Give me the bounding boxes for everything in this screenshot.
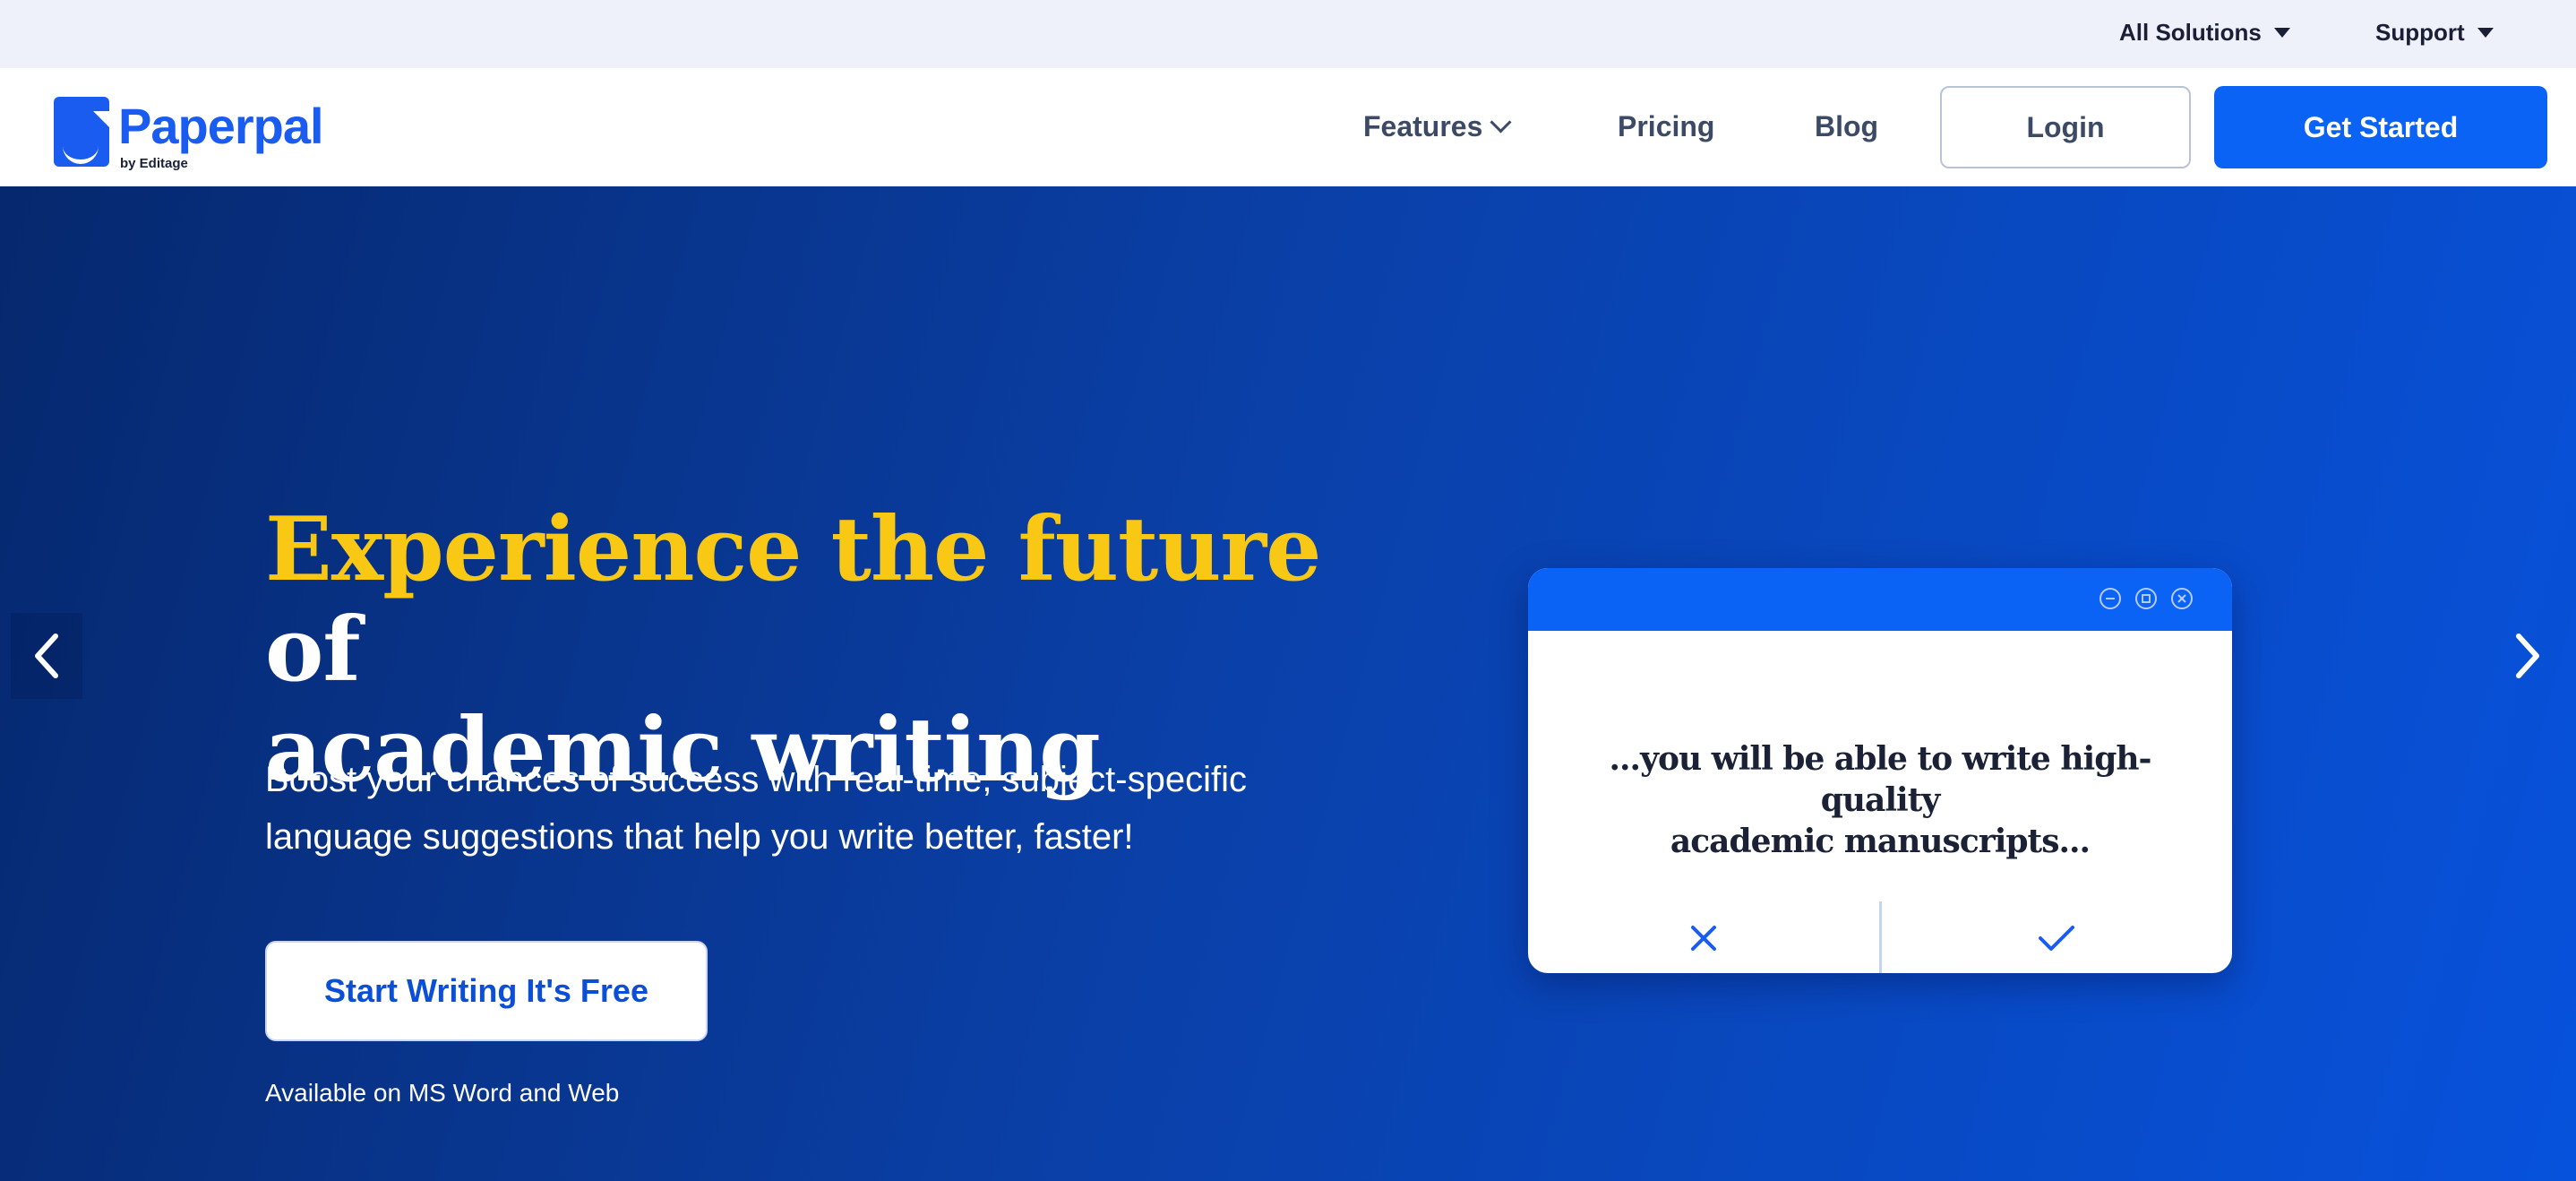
paperpal-logo-icon [54, 97, 109, 167]
login-button[interactable]: Login [1940, 86, 2191, 168]
carousel-prev-button[interactable] [11, 613, 82, 699]
hero-subtitle-line2: language suggestions that help you write… [265, 817, 1134, 857]
nav-features[interactable]: Features [1363, 104, 1512, 149]
start-writing-button[interactable]: Start Writing It's Free [265, 941, 708, 1041]
hero-subtitle: Boost your chances of success with real-… [265, 751, 1340, 866]
x-icon [1691, 926, 1716, 951]
support-label: Support [2375, 18, 2465, 46]
minimize-icon [2099, 588, 2121, 609]
maximize-icon [2135, 588, 2157, 609]
mock-text-line1: ...you will be able to write high-qualit… [1609, 740, 2151, 819]
hero-subtitle-line1: Boost your chances of success with real-… [265, 760, 1247, 799]
mock-suggestion-text: ...you will be able to write high-qualit… [1564, 738, 2196, 862]
chevron-down-icon [1490, 110, 1512, 134]
support-menu[interactable]: Support [2375, 14, 2494, 50]
chevron-left-icon [35, 634, 58, 678]
caret-down-icon [2273, 27, 2290, 38]
all-solutions-menu[interactable]: All Solutions [2119, 14, 2290, 50]
logo-byline: by Editage [120, 156, 188, 171]
close-icon [2171, 588, 2193, 609]
logo-wordmark: Paperpal [118, 98, 324, 154]
hero-title-highlight: Experience the future [265, 498, 1321, 601]
chevron-right-icon [2516, 634, 2539, 678]
accept-suggestion-button[interactable] [1881, 903, 2232, 973]
check-icon [2039, 926, 2074, 951]
caret-down-icon [2477, 27, 2494, 38]
main-navbar: Paperpal by Editage Features Pricing Blo… [0, 68, 2576, 187]
hero-title-of: of [265, 599, 361, 702]
suggestion-mock-window: ...you will be able to write high-qualit… [1528, 568, 2232, 973]
all-solutions-label: All Solutions [2119, 18, 2262, 46]
top-utility-bar: All Solutions Support [0, 0, 2576, 68]
get-started-button[interactable]: Get Started [2214, 86, 2547, 168]
hero-section: Experience the future of academic writin… [0, 186, 2576, 1181]
paperpal-logo[interactable]: Paperpal by Editage [54, 82, 324, 172]
nav-blog[interactable]: Blog [1815, 104, 1878, 149]
nav-pricing[interactable]: Pricing [1618, 104, 1714, 149]
carousel-next-button[interactable] [2492, 613, 2563, 699]
reject-suggestion-button[interactable] [1528, 903, 1879, 973]
mock-window-titlebar [1528, 568, 2232, 631]
mock-text-line2: academic manuscripts... [1670, 823, 2091, 860]
nav-features-label: Features [1363, 109, 1483, 142]
availability-note: Available on MS Word and Web [265, 1079, 620, 1107]
